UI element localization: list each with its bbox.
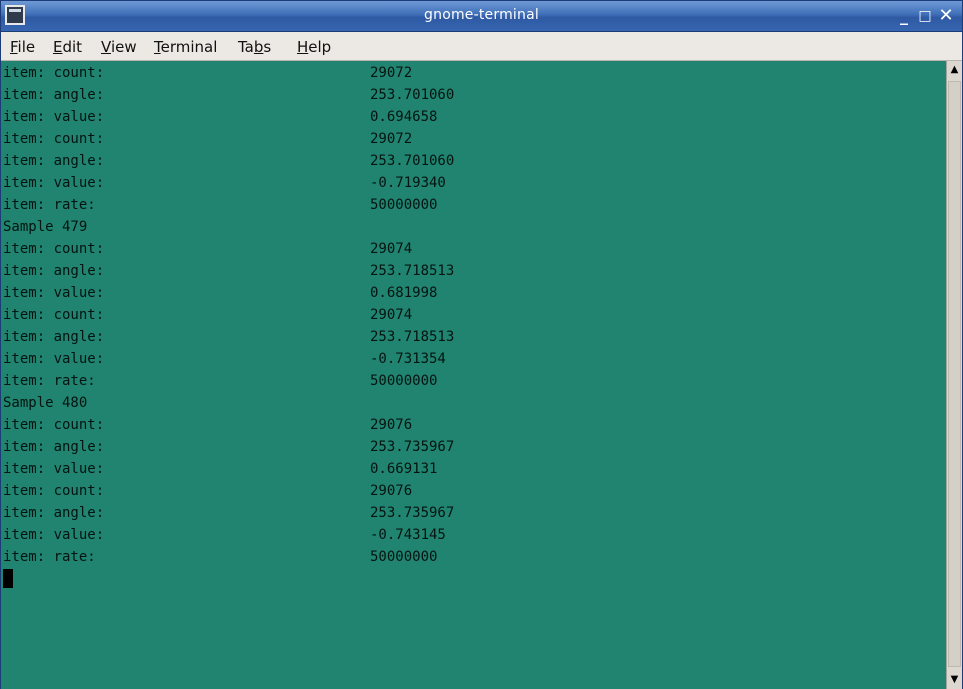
line-value: 29076 <box>370 483 413 499</box>
menu-edit[interactable]: Edit <box>53 38 82 56</box>
line-value: 253.718513 <box>370 263 455 279</box>
line-label: Sample 480 <box>3 395 88 411</box>
line-value: 253.735967 <box>370 505 455 521</box>
line-value: 50000000 <box>370 197 438 213</box>
line-value: 0.694658 <box>370 109 438 125</box>
minimize-button[interactable]: _ <box>893 5 915 27</box>
menu-view[interactable]: View <box>101 38 137 56</box>
menu-tabs[interactable]: Tabs <box>238 38 271 56</box>
close-button[interactable]: ✕ <box>935 5 957 27</box>
line-value: -0.719340 <box>370 175 446 191</box>
scroll-thumb[interactable] <box>948 81 961 667</box>
line-label: item: value: <box>3 461 105 477</box>
menu-terminal[interactable]: Terminal <box>154 38 217 56</box>
line-label: item: angle: <box>3 87 105 103</box>
line-value: 253.735967 <box>370 439 455 455</box>
menu-help[interactable]: Help <box>297 38 331 56</box>
line-label: Sample 479 <box>3 219 88 235</box>
line-label: item: rate: <box>3 373 96 389</box>
line-label: item: value: <box>3 527 105 543</box>
line-label: item: value: <box>3 175 105 191</box>
line-label: item: angle: <box>3 439 105 455</box>
line-label: item: angle: <box>3 329 105 345</box>
line-label: item: value: <box>3 285 105 301</box>
line-value: 0.681998 <box>370 285 438 301</box>
menu-bar: File Edit View Terminal Tabs Help <box>1 32 962 61</box>
line-label: item: count: <box>3 483 105 499</box>
text-cursor <box>3 569 13 588</box>
scroll-up-icon[interactable]: ▲ <box>947 61 962 79</box>
line-value: 50000000 <box>370 549 438 565</box>
line-value: 253.718513 <box>370 329 455 345</box>
line-label: item: rate: <box>3 197 96 213</box>
line-label: item: count: <box>3 65 105 81</box>
window-title: gnome-terminal <box>424 7 539 23</box>
line-value: 29074 <box>370 241 413 257</box>
line-label: item: angle: <box>3 263 105 279</box>
line-label: item: count: <box>3 131 105 147</box>
vertical-scrollbar[interactable]: ▲ ▼ <box>946 61 962 689</box>
line-label: item: angle: <box>3 153 105 169</box>
line-value: 29072 <box>370 131 413 147</box>
line-label: item: count: <box>3 307 105 323</box>
line-value: -0.731354 <box>370 351 446 367</box>
line-value: 0.669131 <box>370 461 438 477</box>
line-value: 29076 <box>370 417 413 433</box>
line-value: -0.743145 <box>370 527 446 543</box>
line-label: item: value: <box>3 109 105 125</box>
line-label: item: rate: <box>3 549 96 565</box>
line-value: 253.701060 <box>370 87 455 103</box>
scroll-down-icon[interactable]: ▼ <box>947 671 962 689</box>
menu-file[interactable]: File <box>10 38 35 56</box>
line-label: item: value: <box>3 351 105 367</box>
title-bar[interactable]: gnome-terminal _ □ ✕ <box>1 1 962 32</box>
line-value: 29072 <box>370 65 413 81</box>
line-value: 253.701060 <box>370 153 455 169</box>
line-label: item: count: <box>3 417 105 433</box>
maximize-button[interactable]: □ <box>914 5 936 27</box>
line-label: item: count: <box>3 241 105 257</box>
line-value: 50000000 <box>370 373 438 389</box>
terminal-window: gnome-terminal _ □ ✕ File Edit View Term… <box>0 0 963 689</box>
terminal-output[interactable]: item: count: 29072 item: angle: 253.701060 i… <box>1 61 946 689</box>
line-label: item: angle: <box>3 505 105 521</box>
line-value: 29074 <box>370 307 413 323</box>
